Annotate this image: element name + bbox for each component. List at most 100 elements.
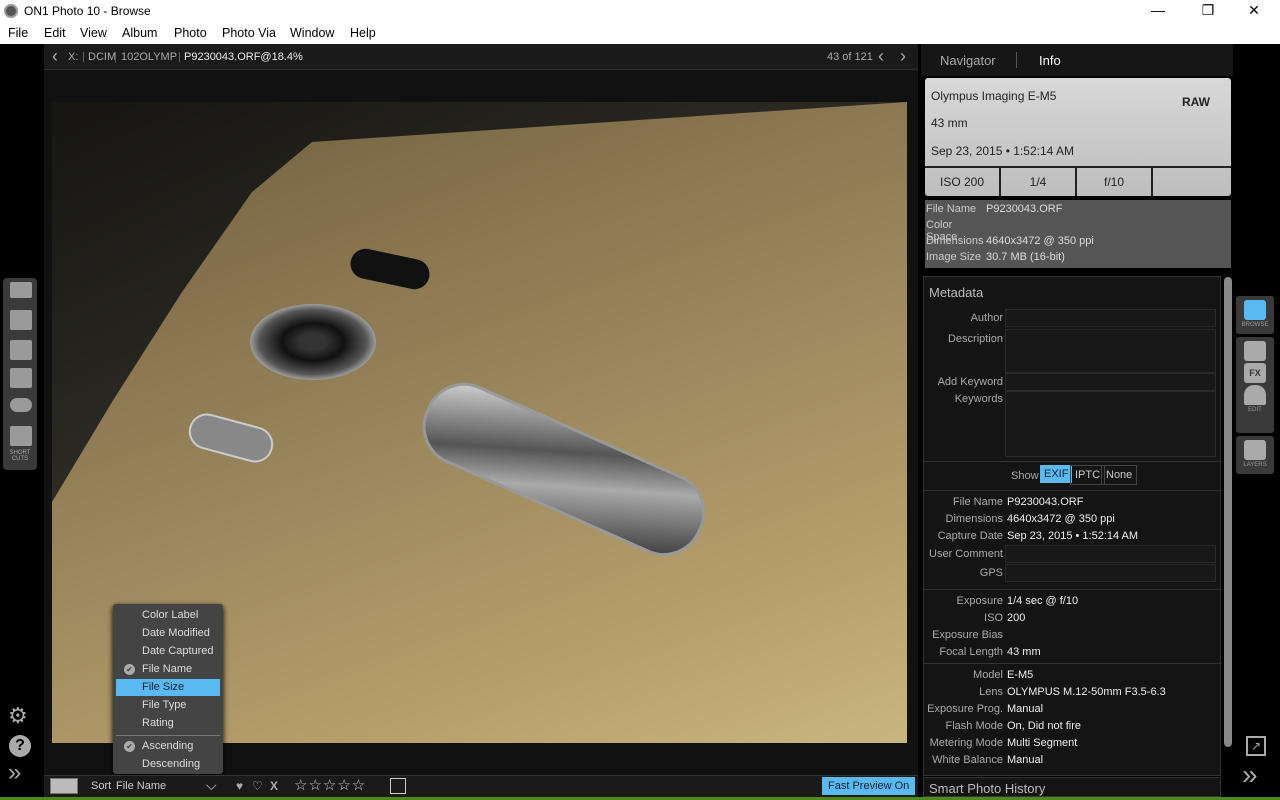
select-checkbox[interactable]	[390, 778, 406, 794]
breadcrumb: ‹ X: | DCIM | 102OLYMP | P9230043.ORF@18…	[44, 44, 918, 70]
sort-option-file-type[interactable]: File Type	[116, 697, 220, 714]
menu-photo[interactable]: Photo	[174, 26, 207, 40]
window-title: ON1 Photo 10 - Browse	[24, 4, 151, 18]
menu-file[interactable]: File	[8, 26, 28, 40]
left-strip: SHORT CUTS ⚙ ? »	[0, 44, 44, 800]
enhance-wand-icon[interactable]	[1244, 341, 1266, 361]
maximize-button[interactable]: ❐	[1188, 2, 1228, 19]
exif-row: Model E-M5	[973, 669, 1034, 681]
metadata-scrollbar[interactable]	[1224, 277, 1232, 747]
author-label: Author	[970, 312, 1003, 324]
sort-select[interactable]: File Name	[116, 780, 166, 792]
sort-option-file-name[interactable]: ✔ File Name	[116, 661, 220, 678]
menu-window[interactable]: Window	[290, 26, 334, 40]
check-icon: ✔	[124, 664, 135, 675]
close-button[interactable]: ✕	[1234, 2, 1274, 19]
title-bar: ON1 Photo 10 - Browse — ❐ ✕	[0, 0, 1280, 22]
expand-right-icon[interactable]: »	[1242, 760, 1258, 790]
smart-photo-history-section[interactable]: Smart Photo History	[923, 777, 1221, 797]
layers-module-button[interactable]: LAYERS	[1236, 436, 1274, 474]
menu-photo-via[interactable]: Photo Via	[222, 26, 276, 40]
breadcrumb-file: P9230043.ORF@18.4%	[184, 51, 303, 63]
camera-model: Olympus Imaging E-M5	[931, 89, 1057, 103]
description-label: Description	[947, 333, 1003, 345]
computer-icon[interactable]	[10, 282, 32, 298]
star-rating[interactable]: ☆☆☆☆☆	[294, 777, 366, 795]
show-iptc-button[interactable]: IPTC	[1070, 465, 1106, 485]
info-card: Olympus Imaging E-M5 RAW 43 mm Sep 23, 2…	[925, 78, 1231, 196]
keywords-field[interactable]	[1005, 391, 1216, 457]
breadcrumb-drive[interactable]: X:	[68, 51, 78, 63]
sort-option-rating[interactable]: Rating	[116, 715, 220, 732]
exif-row: User Comment	[929, 548, 1003, 560]
author-input[interactable]	[1005, 309, 1216, 327]
iso-value: ISO 200	[925, 168, 1001, 196]
exif-row: Exposure Bias	[932, 629, 1003, 641]
help-icon[interactable]: ?	[9, 735, 31, 757]
exposure-grid: ISO 200 1/4 f/10	[925, 166, 1231, 196]
metadata-panel: Metadata Author Description Add Keyword …	[923, 276, 1222, 776]
module-switcher: BROWSE FX EDIT LAYERS	[1236, 296, 1276, 477]
chevron-down-icon[interactable]: ⌵	[206, 777, 217, 793]
fullscreen-icon[interactable]: ↗	[1246, 736, 1266, 756]
menu-album[interactable]: Album	[122, 26, 157, 40]
breadcrumb-folder[interactable]: 102OLYMP	[121, 51, 177, 63]
tab-navigator[interactable]: Navigator	[940, 53, 996, 68]
breadcrumb-dcim[interactable]: DCIM	[88, 51, 116, 63]
exif-row: Lens OLYMPUS M.12-50mm F3.5-6.3	[979, 686, 1166, 698]
extra-value	[1153, 168, 1229, 196]
menu-bar: File Edit View Album Photo Photo Via Win…	[0, 22, 1280, 44]
previous-image-button[interactable]: ‹	[878, 46, 884, 66]
camera-icon[interactable]	[10, 310, 32, 330]
exif-row: Exposure Prog. Manual	[927, 703, 1044, 715]
effects-icon[interactable]: FX	[1244, 363, 1266, 383]
show-none-button[interactable]: None	[1101, 465, 1138, 485]
exif-row: Exposure 1/4 sec @ f/10	[956, 595, 1079, 607]
menu-divider	[116, 735, 220, 736]
show-label: Show	[1011, 470, 1039, 482]
favorites-folder-icon[interactable]	[10, 340, 32, 360]
heart-filled-icon[interactable]: ♥	[236, 779, 243, 793]
sort-option-date-modified[interactable]: Date Modified	[116, 625, 220, 642]
menu-help[interactable]: Help	[350, 26, 376, 40]
edit-label: EDIT	[1248, 407, 1262, 413]
browse-module-button[interactable]: BROWSE	[1236, 296, 1274, 334]
browse-icon	[1244, 300, 1266, 320]
menu-view[interactable]: View	[80, 26, 107, 40]
tab-info[interactable]: Info	[1039, 53, 1061, 68]
cloud-icon[interactable]	[10, 398, 32, 412]
shortcuts-icon[interactable]	[10, 426, 32, 446]
sort-option-color-label[interactable]: Color Label	[116, 607, 220, 624]
add-keyword-input[interactable]	[1005, 373, 1216, 391]
sort-order-ascending[interactable]: ✔ Ascending	[116, 738, 220, 755]
settings-gear-icon[interactable]: ⚙	[8, 704, 28, 728]
label: File Name	[926, 203, 977, 215]
show-exif-button[interactable]: EXIF	[1040, 465, 1073, 483]
focal-length: 43 mm	[931, 116, 968, 130]
label: Dimensions	[926, 235, 984, 247]
exif-row: Dimensions 4640x3472 @ 350 ppi	[945, 513, 1115, 525]
label: Image Size	[926, 251, 982, 263]
minimize-button[interactable]: —	[1138, 2, 1178, 18]
portrait-icon[interactable]	[1244, 385, 1266, 405]
value: 4640x3472 @ 350 ppi	[986, 235, 1094, 247]
fast-preview-button[interactable]: Fast Preview On	[822, 777, 916, 795]
menu-edit[interactable]: Edit	[44, 26, 66, 40]
expand-left-icon[interactable]: »	[8, 760, 21, 786]
reject-icon[interactable]: X	[270, 779, 278, 793]
color-label-swatch[interactable]	[50, 778, 78, 794]
heart-outline-icon[interactable]: ♡	[252, 779, 263, 793]
value: P9230043.ORF	[986, 203, 1063, 215]
file-info: File Name P9230043.ORF Color Space Dimens…	[925, 200, 1231, 268]
check-icon: ✔	[124, 741, 135, 752]
sort-option-date-captured[interactable]: Date Captured	[116, 643, 220, 660]
edit-module-group: FX EDIT	[1236, 337, 1274, 433]
sort-option-file-size[interactable]: File Size	[116, 679, 220, 696]
sort-order-descending[interactable]: Descending	[116, 756, 220, 773]
album-icon[interactable]	[10, 368, 32, 388]
description-input[interactable]	[1005, 329, 1216, 373]
format-badge: RAW	[1182, 95, 1210, 109]
next-image-button[interactable]: ›	[900, 46, 906, 66]
value: 30.7 MB (16-bit)	[986, 251, 1065, 263]
back-button[interactable]: ‹	[52, 46, 58, 66]
